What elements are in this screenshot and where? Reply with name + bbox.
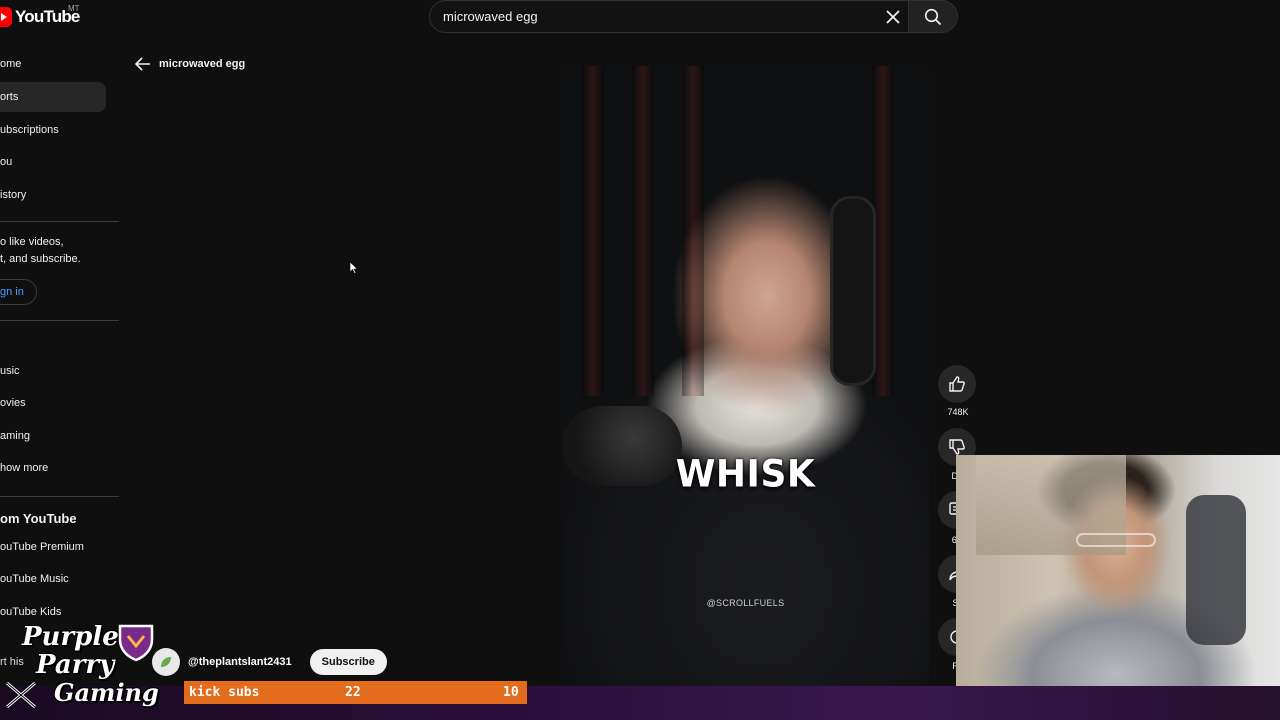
sidebar-divider bbox=[0, 496, 119, 497]
more-from-youtube-title: om YouTube bbox=[0, 511, 77, 526]
shorts-video-player[interactable]: WHISK @SCROLLFUELS bbox=[562, 66, 929, 686]
sidebar-item-history[interactable]: istory bbox=[0, 180, 106, 210]
kick-subs-goal-bar: kick subs 22 10 bbox=[184, 681, 527, 704]
crossed-swords-icon bbox=[6, 681, 36, 709]
sidebar-item-label: orts bbox=[0, 91, 19, 103]
sidebar-item-label: ouTube Music bbox=[0, 573, 69, 585]
sign-in-button[interactable]: gn in bbox=[0, 279, 37, 305]
sidebar-item-label: ou bbox=[0, 156, 13, 168]
channel-handle[interactable]: @theplantslant2431 bbox=[188, 656, 292, 668]
curtain-fold bbox=[632, 66, 654, 396]
sidebar-item-music[interactable]: usic bbox=[0, 356, 106, 386]
thumbs-down-icon bbox=[949, 439, 965, 455]
thumbs-up-icon bbox=[949, 376, 965, 392]
sidebar-item-label: ovies bbox=[0, 397, 26, 409]
sidebar-item-label: ome bbox=[0, 58, 22, 70]
sidebar-item-label: ouTube Premium bbox=[0, 541, 84, 553]
youtube-logo[interactable]: YouTube MT bbox=[0, 4, 80, 28]
sidebar-item-youtube-music[interactable]: ouTube Music bbox=[0, 564, 106, 594]
shield-icon bbox=[118, 624, 154, 662]
sidebar-item-subscriptions[interactable]: ubscriptions bbox=[0, 115, 106, 145]
mouse-cursor-icon bbox=[350, 262, 358, 274]
sidebar-divider bbox=[0, 320, 119, 321]
sidebar-item-label: ubscriptions bbox=[0, 124, 59, 136]
signin-prompt-line2: t, and subscribe. bbox=[0, 253, 81, 265]
subs-goal-label: kick subs bbox=[189, 685, 260, 700]
channel-row: @theplantslant2431 Subscribe bbox=[152, 648, 387, 676]
back-header[interactable]: microwaved egg bbox=[135, 57, 245, 71]
sidebar-item-shorts[interactable]: orts bbox=[0, 82, 106, 112]
webcam-glasses bbox=[1076, 533, 1156, 547]
sidebar-item-show-more[interactable]: how more bbox=[0, 453, 106, 483]
sidebar-item-label: istory bbox=[0, 189, 27, 201]
sidebar-item-movies[interactable]: ovies bbox=[0, 388, 106, 418]
region-code: MT bbox=[68, 4, 80, 13]
search-icon bbox=[924, 8, 942, 25]
close-icon bbox=[886, 10, 900, 24]
sidebar-item-label: usic bbox=[0, 365, 20, 377]
video-caption: WHISK bbox=[675, 452, 816, 497]
arrow-left-icon[interactable] bbox=[135, 57, 151, 71]
headphone-shape bbox=[830, 196, 876, 386]
streamer-logo-line3: Gaming bbox=[54, 678, 159, 707]
subscribe-button[interactable]: Subscribe bbox=[309, 649, 387, 675]
curtain-fold bbox=[682, 66, 704, 396]
sidebar-item-gaming[interactable]: aming bbox=[0, 421, 106, 451]
signin-prompt-line1: o like videos, bbox=[0, 236, 64, 248]
sidebar-item-you[interactable]: ou bbox=[0, 147, 106, 177]
youtube-play-icon bbox=[0, 7, 12, 27]
sidebar-item-home[interactable]: ome bbox=[0, 49, 106, 79]
search-box[interactable] bbox=[429, 0, 909, 33]
like-button[interactable] bbox=[938, 365, 976, 403]
page-title: microwaved egg bbox=[159, 58, 246, 70]
search-input[interactable] bbox=[443, 9, 863, 24]
subs-goal-count: 22 bbox=[345, 685, 361, 700]
like-count: 748K bbox=[947, 407, 969, 417]
curtain-fold bbox=[582, 66, 604, 396]
webcam-gaming-chair bbox=[1186, 495, 1246, 645]
sidebar-divider bbox=[0, 221, 119, 222]
sidebar-item-label: how more bbox=[0, 462, 49, 474]
sidebar-item-label: aming bbox=[0, 430, 30, 442]
sidebar-item-label: ouTube Kids bbox=[0, 606, 62, 618]
sidebar-item-youtube-premium[interactable]: ouTube Premium bbox=[0, 532, 106, 562]
streamer-logo: Purple Parry Gaming bbox=[0, 620, 165, 712]
search-button[interactable] bbox=[908, 0, 958, 33]
clear-search-button[interactable] bbox=[880, 5, 906, 29]
streamer-webcam bbox=[956, 455, 1280, 687]
subs-goal-target: 10 bbox=[503, 685, 519, 700]
streamer-logo-line1: Purple bbox=[22, 622, 119, 652]
streamer-logo-line2: Parry bbox=[36, 650, 115, 680]
video-watermark: @SCROLLFUELS bbox=[706, 598, 785, 608]
